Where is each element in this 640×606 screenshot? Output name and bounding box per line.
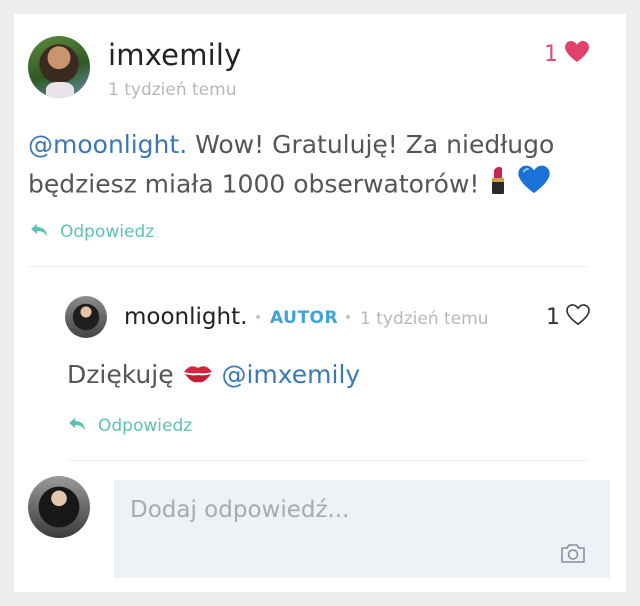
comment-timestamp: 1 tydzień temu (108, 80, 237, 100)
camera-icon[interactable] (560, 542, 586, 568)
reply-label: Odpowiedz (60, 222, 155, 242)
reply-avatar[interactable] (65, 296, 107, 338)
comment-text-line1: Wow! Gratuluję! Za niedługo (187, 130, 555, 159)
divider (68, 460, 588, 461)
reply-input[interactable] (114, 480, 610, 540)
avatar[interactable] (28, 36, 90, 98)
reply-body: Dziękuję @imxemily (67, 360, 360, 391)
comment-username[interactable]: imxemily (108, 38, 242, 72)
kiss-mark-emoji (182, 361, 214, 391)
heart-outline-icon[interactable] (566, 304, 590, 330)
reply-username[interactable]: moonlight. (124, 304, 247, 330)
mention-link[interactable]: @moonlight. (28, 130, 187, 159)
lipstick-emoji (487, 165, 509, 206)
current-user-avatar (28, 476, 90, 538)
heart-filled-icon[interactable] (564, 40, 590, 68)
separator-dot: • (254, 310, 263, 326)
reply-like-count: 1 (546, 304, 560, 330)
divider (28, 266, 588, 267)
separator-dot: • (344, 310, 353, 326)
reply-reply-button[interactable]: Odpowiedz (68, 416, 192, 436)
reply-timestamp: 1 tydzień temu (360, 309, 489, 329)
reply-arrow-icon (68, 416, 86, 436)
reply-like-button[interactable]: 1 (546, 304, 590, 330)
author-badge: AUTOR (270, 308, 339, 328)
reply-arrow-icon (30, 222, 48, 242)
comment-card: imxemily 1 tydzień temu 1 @moonlight. Wo… (14, 14, 626, 592)
comment-like-button[interactable]: 1 (544, 40, 590, 68)
comment-reply-button[interactable]: Odpowiedz (30, 222, 154, 242)
mention-link[interactable]: @imxemily (214, 360, 360, 389)
blue-heart-emoji (517, 164, 551, 207)
comment-body: @moonlight. Wow! Gratuluję! Za niedługo … (28, 126, 588, 207)
reply-text: Dziękuję (67, 360, 182, 389)
reply-composer[interactable] (114, 480, 610, 578)
comment-like-count: 1 (544, 41, 558, 67)
reply-label: Odpowiedz (98, 416, 193, 436)
comment-text-line2: będziesz miała 1000 obserwatorów! (28, 169, 488, 199)
